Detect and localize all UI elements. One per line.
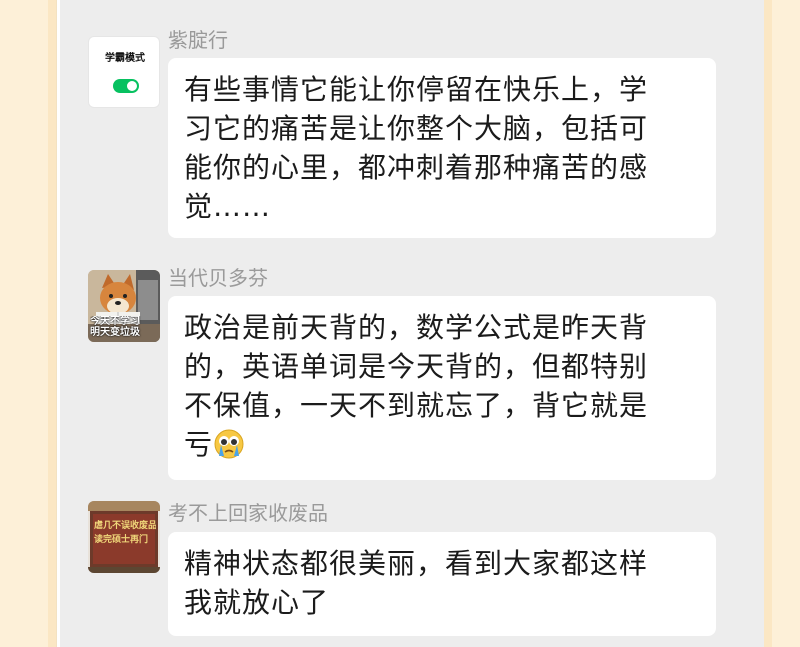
left-side-panel: [0, 0, 57, 647]
avatar-mode-label: 学霸模式: [105, 53, 145, 64]
plaque-text-line: 虐几不误收废品: [94, 521, 156, 531]
plaque-text: 虐几不误收废品 读完硕士再门: [94, 519, 156, 547]
plaque-text-line: 读完硕士再门: [94, 535, 149, 545]
message-line: 精神状态都很美丽，看到大家都这样: [184, 547, 649, 580]
sender-name: 考不上回家收废品: [168, 501, 328, 525]
toggle-switch-icon: [113, 79, 139, 93]
sender-name: 当代贝多芬: [168, 266, 268, 290]
message-line-with-emoji: 亏: [184, 425, 702, 470]
message-line: 觉……: [184, 190, 272, 223]
message-line: 政治是前天背的，数学公式是昨天背: [184, 311, 649, 344]
message-line: 亏: [184, 428, 214, 461]
message-line: 的，英语单词是今天背的，但都特别: [184, 350, 649, 383]
avatar-caption-line: 今天不学习: [90, 316, 140, 327]
message-bubble[interactable]: 精神状态都很美丽，看到大家都这样 我就放心了: [168, 532, 716, 636]
message-line: 我就放心了: [184, 586, 330, 619]
chat-area[interactable]: 学霸模式 紫腚行 有些事情它能让你停留在快乐上，学 习它的痛苦是让你整个大脑，包…: [60, 0, 764, 647]
avatar[interactable]: 虐几不误收废品 读完硕士再门: [88, 501, 160, 573]
avatar[interactable]: 学霸模式: [88, 36, 160, 108]
avatar-caption: 今天不学习 明天变垃圾: [90, 316, 158, 338]
avatar[interactable]: 今天不学习 明天变垃圾: [88, 270, 160, 342]
toggle-knob: [127, 81, 137, 91]
message-line: 有些事情它能让你停留在快乐上，学: [184, 73, 649, 106]
message-line: 能你的心里，都冲刺着那种痛苦的感: [184, 151, 649, 184]
right-side-panel: [763, 0, 800, 647]
message-bubble[interactable]: 政治是前天背的，数学公式是昨天背 的，英语单词是今天背的，但都特别 不保值，一天…: [168, 296, 716, 480]
sender-name: 紫腚行: [168, 28, 228, 52]
message-bubble[interactable]: 有些事情它能让你停留在快乐上，学 习它的痛苦是让你整个大脑，包括可 能你的心里，…: [168, 58, 716, 238]
crying-face-emoji-icon: [213, 428, 245, 470]
message-line: 习它的痛苦是让你整个大脑，包括可: [184, 112, 649, 145]
avatar-caption-line: 明天变垃圾: [90, 327, 140, 338]
message-line: 不保值，一天不到就忘了，背它就是: [184, 389, 649, 422]
